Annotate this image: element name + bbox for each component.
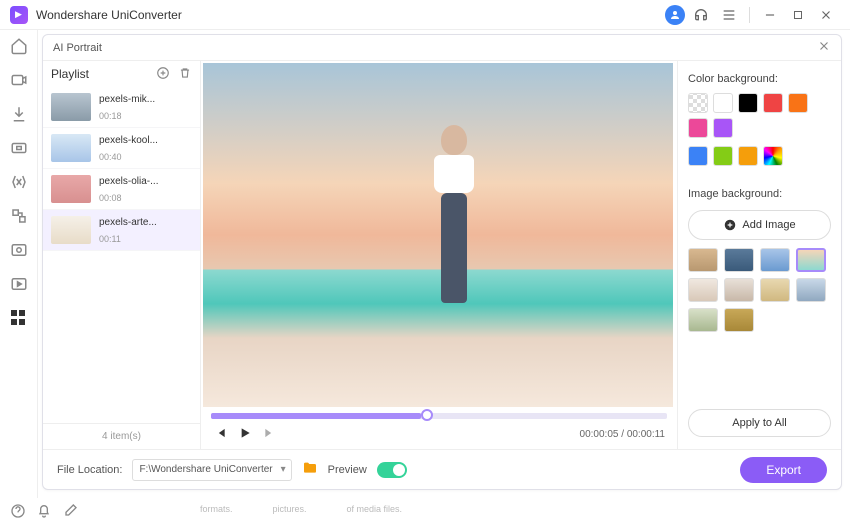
add-file-icon[interactable] (156, 66, 170, 83)
item-name: pexels-olia-... (99, 176, 191, 187)
maximize-icon[interactable] (786, 3, 810, 27)
bg-thumb[interactable] (688, 308, 718, 332)
support-icon[interactable] (689, 3, 713, 27)
preview-canvas[interactable] (203, 63, 673, 407)
color-swatch-white[interactable] (713, 93, 733, 113)
statusbar (0, 498, 850, 528)
bg-thumb[interactable] (796, 278, 826, 302)
apply-all-button[interactable]: Apply to All (688, 409, 831, 437)
dialog-header: AI Portrait (43, 35, 841, 61)
preview-toggle[interactable] (377, 462, 407, 478)
image-bg-label: Image background: (688, 188, 831, 200)
nav-player-icon[interactable] (9, 274, 29, 294)
color-swatch-pink[interactable] (688, 118, 708, 138)
dialog-footer: File Location: F:\Wondershare UniConvert… (43, 449, 841, 489)
thumbnail-icon (51, 216, 91, 244)
file-location-label: File Location: (57, 464, 122, 476)
minimize-icon[interactable] (758, 3, 782, 27)
thumbnail-icon (51, 134, 91, 162)
menu-icon[interactable] (717, 3, 741, 27)
ai-portrait-dialog: AI Portrait Playlist pexels-mik... 00:18… (42, 34, 842, 490)
dialog-close-icon[interactable] (817, 39, 831, 56)
next-frame-icon[interactable] (263, 426, 277, 443)
item-duration: 00:11 (99, 234, 191, 244)
app-logo-icon (10, 6, 28, 24)
bg-thumb[interactable] (724, 278, 754, 302)
color-swatch-black[interactable] (738, 93, 758, 113)
playlist-panel: Playlist pexels-mik... 00:18 pexels-kool… (43, 61, 201, 449)
color-swatch-red[interactable] (763, 93, 783, 113)
item-name: pexels-arte... (99, 217, 191, 228)
color-swatch-purple[interactable] (713, 118, 733, 138)
item-name: pexels-mik... (99, 94, 191, 105)
bg-thumb[interactable] (724, 248, 754, 272)
play-icon[interactable] (237, 425, 253, 444)
nav-video-icon[interactable] (9, 70, 29, 90)
item-name: pexels-kool... (99, 135, 191, 146)
close-icon[interactable] (814, 3, 838, 27)
color-swatch-green[interactable] (713, 146, 733, 166)
nav-home-icon[interactable] (9, 36, 29, 56)
playlist-title: Playlist (51, 67, 89, 81)
add-image-button[interactable]: Add Image (688, 210, 831, 240)
thumbnail-icon (51, 93, 91, 121)
open-folder-icon[interactable] (302, 460, 318, 479)
nav-edit-icon[interactable] (9, 172, 29, 192)
color-swatch-amber[interactable] (738, 146, 758, 166)
bg-thumb[interactable] (724, 308, 754, 332)
delete-icon[interactable] (178, 66, 192, 83)
item-duration: 00:40 (99, 152, 191, 162)
item-duration: 00:08 (99, 193, 191, 203)
item-duration: 00:18 (99, 111, 191, 121)
preview-label: Preview (328, 464, 367, 476)
thumbnail-icon (51, 175, 91, 203)
playlist-item[interactable]: pexels-kool... 00:40 (43, 128, 200, 169)
nav-toolbox-icon[interactable] (9, 308, 29, 328)
settings-panel: Color background: Image background: Add … (677, 61, 841, 449)
bg-thumb[interactable] (796, 248, 826, 272)
color-swatch-blue[interactable] (688, 146, 708, 166)
color-swatch-orange[interactable] (788, 93, 808, 113)
playlist-item[interactable]: pexels-olia-... 00:08 (43, 169, 200, 210)
titlebar: Wondershare UniConverter (0, 0, 850, 30)
feedback-icon[interactable] (62, 503, 78, 524)
playlist-item[interactable]: pexels-mik... 00:18 (43, 87, 200, 128)
help-icon[interactable] (10, 503, 26, 524)
nav-compress-icon[interactable] (9, 138, 29, 158)
notification-icon[interactable] (36, 503, 52, 524)
preview-panel: 00:00:05 / 00:00:11 (201, 61, 677, 449)
playlist-item[interactable]: pexels-arte... 00:11 (43, 210, 200, 251)
bg-thumb[interactable] (688, 278, 718, 302)
file-location-select[interactable]: F:\Wondershare UniConverter (132, 459, 291, 481)
bg-thumb[interactable] (760, 248, 790, 272)
app-title: Wondershare UniConverter (36, 8, 182, 22)
color-swatch-rainbow[interactable] (763, 146, 783, 166)
nav-merge-icon[interactable] (9, 206, 29, 226)
color-swatch-transparent[interactable] (688, 93, 708, 113)
color-bg-label: Color background: (688, 73, 831, 85)
bg-thumb[interactable] (688, 248, 718, 272)
playlist-count: 4 item(s) (43, 423, 200, 449)
subject-cutout (419, 125, 489, 325)
add-image-label: Add Image (742, 219, 795, 231)
bg-thumb[interactable] (760, 278, 790, 302)
playback-time: 00:00:05 / 00:00:11 (580, 429, 665, 440)
prev-frame-icon[interactable] (213, 426, 227, 443)
app-window: Wondershare UniConverter AI Portrait (0, 0, 850, 528)
left-nav (0, 30, 38, 498)
account-icon[interactable] (665, 5, 685, 25)
nav-record-icon[interactable] (9, 240, 29, 260)
dialog-title: AI Portrait (53, 42, 102, 54)
export-button[interactable]: Export (740, 457, 827, 483)
nav-download-icon[interactable] (9, 104, 29, 124)
timeline-slider[interactable] (211, 413, 667, 419)
